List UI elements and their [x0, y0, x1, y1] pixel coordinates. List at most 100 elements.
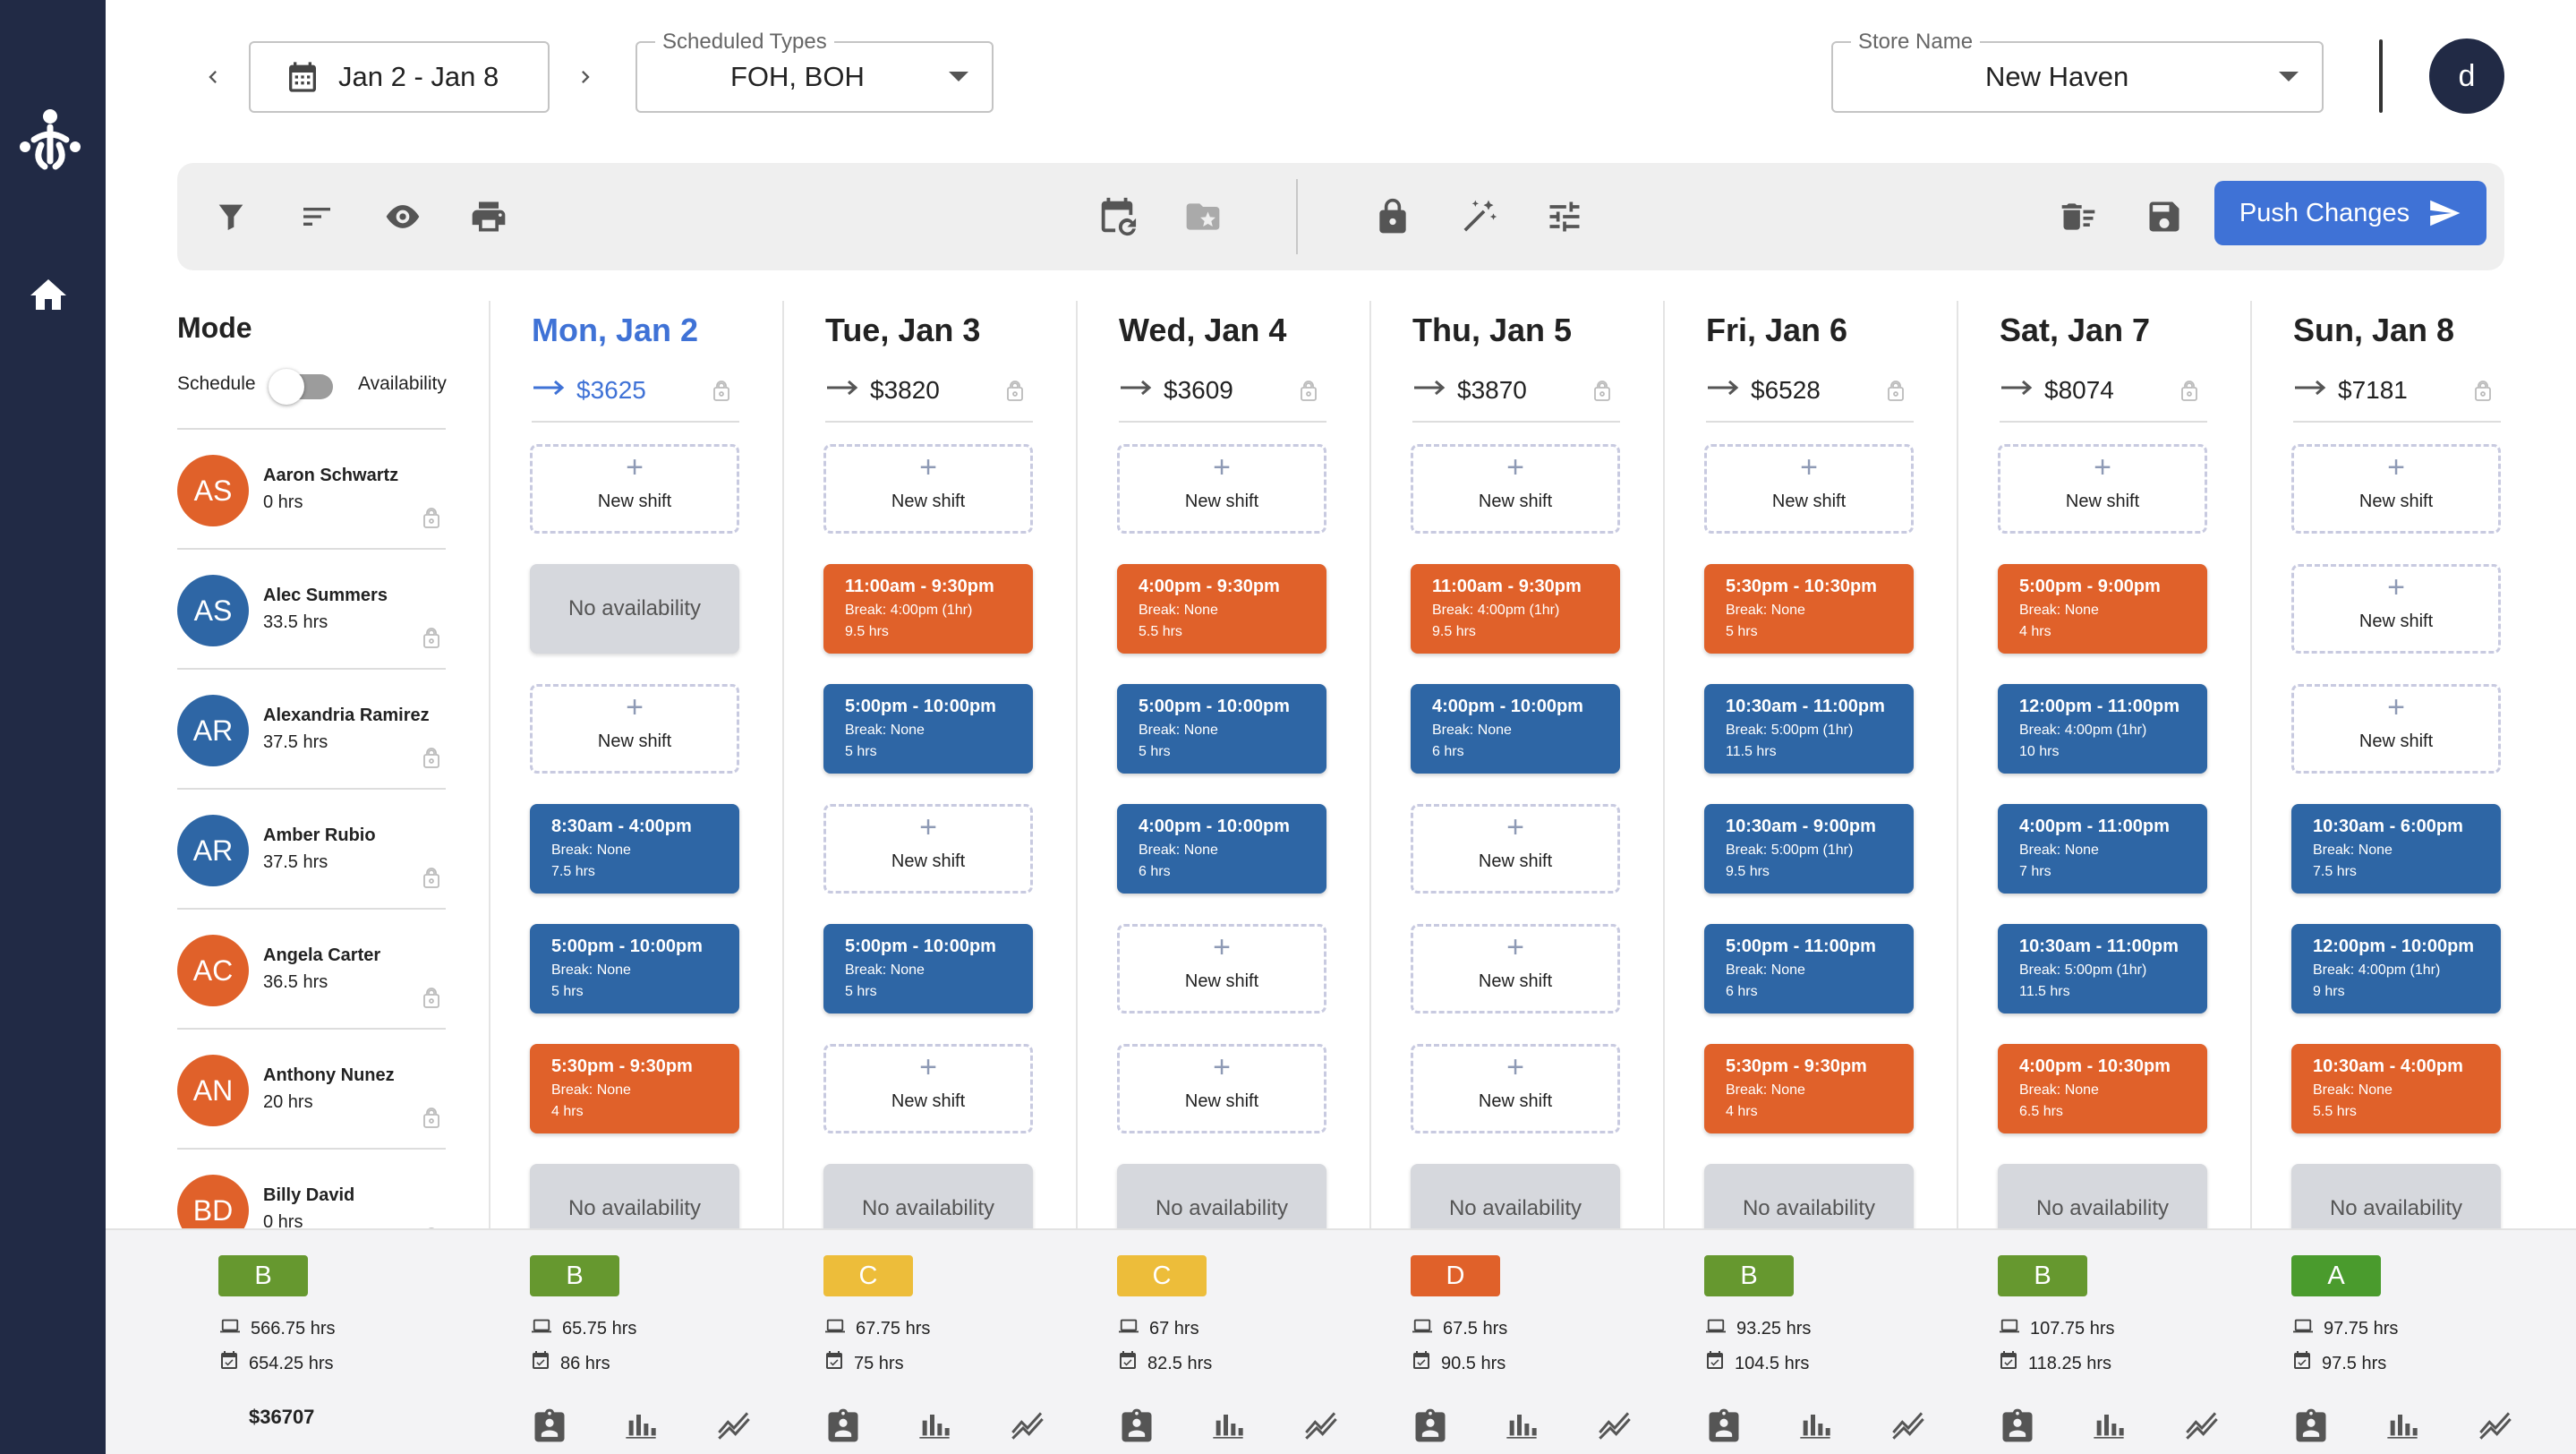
new-shift-button[interactable]: + New shift — [1411, 444, 1620, 534]
new-shift-button[interactable]: + New shift — [1411, 1044, 1620, 1133]
lock-icon[interactable] — [421, 867, 442, 894]
employee-row[interactable]: AC Angela Carter 36.5 hrs — [177, 908, 446, 1028]
save-button[interactable] — [2141, 193, 2188, 240]
date-range-picker[interactable]: Jan 2 - Jan 8 — [249, 41, 550, 113]
lock-icon[interactable] — [421, 507, 442, 535]
lock-icon[interactable] — [711, 380, 732, 407]
shift-card[interactable]: 12:00pm - 11:00pm Break: 4:00pm (1hr) 10 h… — [1998, 684, 2207, 774]
prev-week-button[interactable] — [193, 50, 233, 104]
shift-card[interactable]: 5:00pm - 10:00pm Break: None 5 hrs — [530, 924, 739, 1014]
lock-icon[interactable] — [421, 627, 442, 654]
shift-card[interactable]: 10:30am - 4:00pm Break: None 5.5 hrs — [2291, 1044, 2501, 1133]
badge-icon[interactable] — [1411, 1406, 1450, 1445]
shift-card[interactable]: 11:00am - 9:30pm Break: 4:00pm (1hr) 9.5 h… — [1411, 564, 1620, 654]
lock-icon[interactable] — [1885, 380, 1906, 407]
badge-icon[interactable] — [1117, 1406, 1156, 1445]
lock-button[interactable] — [1369, 193, 1416, 240]
lock-icon[interactable] — [1004, 380, 1026, 407]
bar-chart-icon[interactable] — [1504, 1406, 1543, 1445]
lock-icon[interactable] — [2472, 380, 2494, 407]
lock-icon[interactable] — [421, 987, 442, 1014]
shift-card[interactable]: 5:30pm - 10:30pm Break: None 5 hrs — [1704, 564, 1914, 654]
shift-card[interactable]: 5:00pm - 9:00pm Break: None 4 hrs — [1998, 564, 2207, 654]
shift-card[interactable]: 4:00pm - 10:00pm Break: None 6 hrs — [1117, 804, 1326, 894]
shift-card[interactable]: 8:30am - 4:00pm Break: None 7.5 hrs — [530, 804, 739, 894]
clear-schedule-button[interactable] — [2055, 193, 2102, 240]
mode-toggle-knob[interactable] — [269, 369, 304, 405]
auto-schedule-button[interactable] — [1455, 193, 1502, 240]
shift-card[interactable]: 10:30am - 6:00pm Break: None 7.5 hrs — [2291, 804, 2501, 894]
shift-card[interactable]: 4:00pm - 9:30pm Break: None 5.5 hrs — [1117, 564, 1326, 654]
trend-icon[interactable] — [2182, 1406, 2222, 1445]
shift-card[interactable]: 10:30am - 11:00pm Break: 5:00pm (1hr) 11.5… — [1998, 924, 2207, 1014]
new-shift-button[interactable]: + New shift — [1998, 444, 2207, 534]
trend-icon[interactable] — [1008, 1406, 1047, 1445]
employee-row[interactable]: AR Amber Rubio 37.5 hrs — [177, 788, 446, 908]
trend-icon[interactable] — [1301, 1406, 1341, 1445]
bar-chart-icon[interactable] — [2091, 1406, 2130, 1445]
shift-card[interactable]: 10:30am - 11:00pm Break: 5:00pm (1hr) 11.5… — [1704, 684, 1914, 774]
trend-icon[interactable] — [1889, 1406, 1928, 1445]
new-shift-button[interactable]: + New shift — [2291, 564, 2501, 654]
templates-button[interactable] — [1180, 193, 1226, 240]
shift-card[interactable]: 11:00am - 9:30pm Break: 4:00pm (1hr) 9.5 h… — [823, 564, 1033, 654]
shift-card[interactable]: 5:00pm - 10:00pm Break: None 5 hrs — [823, 684, 1033, 774]
shift-card[interactable]: 5:00pm - 10:00pm Break: None 5 hrs — [823, 924, 1033, 1014]
shift-card[interactable]: 5:00pm - 10:00pm Break: None 5 hrs — [1117, 684, 1326, 774]
print-button[interactable] — [465, 193, 512, 240]
lock-icon[interactable] — [2179, 380, 2200, 407]
new-shift-button[interactable]: + New shift — [530, 684, 739, 774]
badge-icon[interactable] — [1704, 1406, 1744, 1445]
visibility-button[interactable] — [380, 193, 426, 240]
new-shift-button[interactable]: + New shift — [1117, 924, 1326, 1014]
bar-chart-icon[interactable] — [1210, 1406, 1250, 1445]
next-week-button[interactable] — [566, 50, 605, 104]
trend-icon[interactable] — [1595, 1406, 1634, 1445]
new-shift-button[interactable]: + New shift — [1704, 444, 1914, 534]
shift-card[interactable]: 4:00pm - 10:00pm Break: None 6 hrs — [1411, 684, 1620, 774]
new-shift-button[interactable]: + New shift — [530, 444, 739, 534]
new-shift-button[interactable]: + New shift — [823, 1044, 1033, 1133]
filter-button[interactable] — [208, 193, 254, 240]
new-shift-button[interactable]: + New shift — [1117, 444, 1326, 534]
badge-icon[interactable] — [530, 1406, 569, 1445]
trend-icon[interactable] — [714, 1406, 754, 1445]
new-shift-button[interactable]: + New shift — [1411, 924, 1620, 1014]
employee-row[interactable]: AS Aaron Schwartz 0 hrs — [177, 428, 446, 548]
lock-icon[interactable] — [1298, 380, 1319, 407]
new-shift-button[interactable]: + New shift — [823, 804, 1033, 894]
sort-button[interactable] — [294, 193, 340, 240]
shift-card[interactable]: 4:00pm - 10:30pm Break: None 6.5 hrs — [1998, 1044, 2207, 1133]
shift-card[interactable]: 10:30am - 9:00pm Break: 5:00pm (1hr) 9.5 h… — [1704, 804, 1914, 894]
badge-icon[interactable] — [823, 1406, 863, 1445]
new-shift-button[interactable]: + New shift — [2291, 684, 2501, 774]
copy-schedule-button[interactable] — [1094, 193, 1140, 240]
bar-chart-icon[interactable] — [623, 1406, 662, 1445]
user-avatar[interactable]: d — [2429, 38, 2504, 114]
bar-chart-icon[interactable] — [1797, 1406, 1837, 1445]
new-shift-button[interactable]: + New shift — [1411, 804, 1620, 894]
employee-row[interactable]: AR Alexandria Ramirez 37.5 hrs — [177, 668, 446, 788]
new-shift-button[interactable]: + New shift — [823, 444, 1033, 534]
shift-card[interactable]: 5:30pm - 9:30pm Break: None 4 hrs — [530, 1044, 739, 1133]
home-icon[interactable] — [27, 274, 70, 317]
badge-icon[interactable] — [2291, 1406, 2331, 1445]
shift-card[interactable]: 4:00pm - 11:00pm Break: None 7 hrs — [1998, 804, 2207, 894]
shift-card[interactable]: 5:00pm - 11:00pm Break: None 6 hrs — [1704, 924, 1914, 1014]
store-name-select[interactable]: Store Name New Haven — [1831, 30, 2324, 113]
shift-card[interactable]: 12:00pm - 10:00pm Break: 4:00pm (1hr) 9 hr… — [2291, 924, 2501, 1014]
lock-icon[interactable] — [421, 1107, 442, 1134]
employee-row[interactable]: AS Alec Summers 33.5 hrs — [177, 548, 446, 668]
new-shift-button[interactable]: + New shift — [2291, 444, 2501, 534]
new-shift-button[interactable]: + New shift — [1117, 1044, 1326, 1133]
settings-button[interactable] — [1541, 193, 1588, 240]
employee-row[interactable]: AN Anthony Nunez 20 hrs — [177, 1028, 446, 1148]
lock-icon[interactable] — [421, 747, 442, 774]
badge-icon[interactable] — [1998, 1406, 2037, 1445]
push-changes-button[interactable]: Push Changes — [2214, 181, 2486, 245]
scheduled-types-select[interactable]: Scheduled Types FOH, BOH — [635, 30, 994, 113]
trend-icon[interactable] — [2476, 1406, 2515, 1445]
bar-chart-icon[interactable] — [917, 1406, 956, 1445]
bar-chart-icon[interactable] — [2384, 1406, 2424, 1445]
shift-card[interactable]: 5:30pm - 9:30pm Break: None 4 hrs — [1704, 1044, 1914, 1133]
